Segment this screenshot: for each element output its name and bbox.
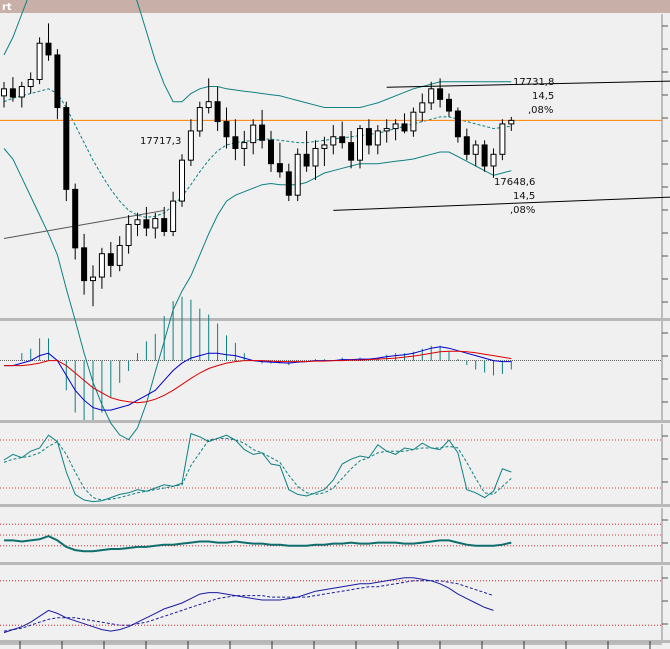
label-upper-pct: ,08% <box>528 105 553 116</box>
candle-body <box>205 101 212 109</box>
label-lower-mid: 14,5 <box>513 191 535 202</box>
candle-body <box>490 153 497 167</box>
candle-body <box>276 163 283 173</box>
candle-body <box>125 223 132 247</box>
candle-body <box>294 153 301 196</box>
candle-body <box>45 42 52 56</box>
candle-body <box>357 128 363 161</box>
candle-body <box>383 128 390 132</box>
candle-body <box>365 128 372 146</box>
candle-body <box>259 124 266 141</box>
candle-body <box>54 54 61 109</box>
candle-body <box>241 142 248 149</box>
candle-body <box>214 101 221 123</box>
candle-body <box>419 102 426 113</box>
candle-body <box>36 42 43 80</box>
candle-body <box>9 88 16 98</box>
candle-body <box>285 171 292 196</box>
candle-body <box>410 111 417 132</box>
candle-body <box>1 88 7 97</box>
candle-body <box>508 119 515 125</box>
candle-body <box>152 218 159 229</box>
label-left-high: 17717,3 <box>140 136 181 147</box>
candle-body <box>187 130 194 161</box>
candle-body <box>472 144 479 155</box>
label-upper-high: 17731,8 <box>513 77 554 88</box>
candle-body <box>392 123 399 130</box>
candle-body <box>321 144 328 149</box>
candle-body <box>18 85 25 98</box>
panel-bg-1 <box>0 321 670 420</box>
candle-body <box>374 130 381 146</box>
candle-body <box>348 142 355 161</box>
candle-body <box>116 245 123 266</box>
candle-body <box>134 219 141 225</box>
candle-body <box>90 276 96 282</box>
candle-body <box>98 253 105 278</box>
candle-body <box>223 121 230 138</box>
window-title-bar[interactable] <box>0 0 670 13</box>
label-lower-pct: ,08% <box>510 205 535 216</box>
candle-body <box>428 88 435 104</box>
candle-body <box>72 188 79 249</box>
candle-body <box>330 136 337 146</box>
candle-body <box>499 123 506 155</box>
candle-body <box>196 107 203 132</box>
candle-body <box>437 88 444 100</box>
candle-body <box>63 107 70 190</box>
label-upper-mid: 14,5 <box>532 91 554 102</box>
candle-body <box>179 159 185 202</box>
chart-canvas: rt 17731,8 14,5 ,08% 17717,3 17648,6 14,5 ,08% <box>0 0 670 649</box>
chart-workspace: rt 17731,8 14,5 ,08% 17717,3 17648,6 14,5 ,08% <box>0 0 670 649</box>
candle-body <box>161 218 168 232</box>
candle-body <box>268 139 274 165</box>
candle-body <box>27 78 34 87</box>
candle-body <box>81 247 88 282</box>
candle-body <box>401 123 408 132</box>
candle-body <box>463 136 470 155</box>
candle-body <box>454 110 461 138</box>
candle-body <box>250 124 257 144</box>
window-title-fragment: rt <box>2 2 12 13</box>
indicator-panels <box>0 0 670 649</box>
candle-body <box>481 144 488 167</box>
candle-body <box>170 200 177 232</box>
candle-body <box>339 136 346 144</box>
candle-body <box>232 136 239 149</box>
label-lower-value: 17648,6 <box>494 177 535 188</box>
panel-bg-2 <box>0 424 670 504</box>
candle-body <box>107 253 114 266</box>
candle-body <box>446 98 452 112</box>
candle-body <box>303 153 310 167</box>
panel-bg-3 <box>0 508 670 562</box>
candle-body <box>312 147 319 167</box>
candle-body <box>143 219 150 229</box>
